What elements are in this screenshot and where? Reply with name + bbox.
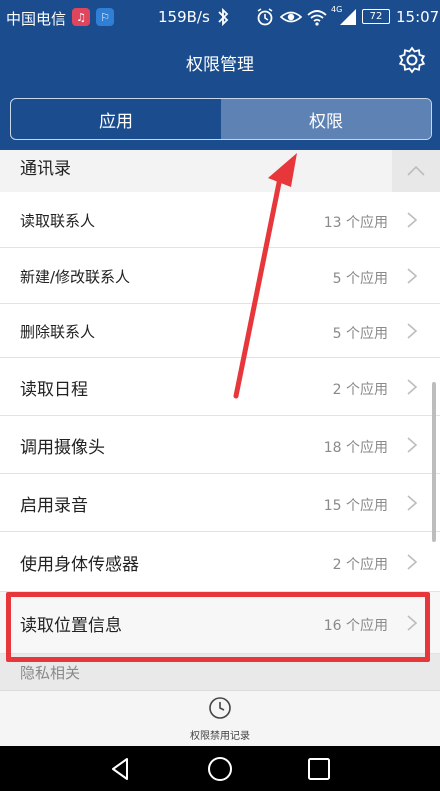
- navigation-bar: [0, 746, 440, 791]
- scrollbar[interactable]: [432, 382, 436, 542]
- section-label: 通讯录: [20, 159, 71, 179]
- app-count: 2 个应用: [332, 557, 388, 573]
- disable-history-label: 权限禁用记录: [190, 731, 250, 742]
- header: 权限管理: [0, 34, 440, 88]
- permission-row-body-sensors[interactable]: 使用身体传感器 2 个应用: [0, 532, 440, 592]
- section-header-contacts[interactable]: 通讯录: [0, 150, 440, 192]
- permission-label: 读取联系人: [20, 212, 96, 230]
- app-count: 18 个应用: [323, 440, 388, 456]
- segmented-tabs: 应用 权限: [10, 98, 432, 140]
- app-count: 5 个应用: [332, 271, 388, 287]
- chevron-right-icon: [407, 495, 418, 511]
- eye-icon: [280, 11, 302, 23]
- clock: 15:07: [396, 8, 440, 26]
- permission-label: 使用身体传感器: [20, 555, 139, 575]
- section-label: 隐私相关: [20, 664, 81, 682]
- disable-history-button[interactable]: 权限禁用记录: [0, 690, 440, 746]
- network-speed: 159B/s: [158, 8, 210, 26]
- chevron-right-icon: [407, 323, 418, 339]
- chevron-right-icon: [407, 268, 418, 284]
- permission-label: 启用录音: [20, 496, 88, 516]
- permission-label: 读取日程: [20, 380, 88, 400]
- app-count: 2 个应用: [332, 382, 388, 398]
- chevron-right-icon: [407, 437, 418, 453]
- highlight-box: [6, 592, 430, 662]
- permission-row-delete-contacts[interactable]: 删除联系人 5 个应用: [0, 304, 440, 358]
- permission-row-edit-contacts[interactable]: 新建/修改联系人 5 个应用: [0, 248, 440, 304]
- page-title: 权限管理: [186, 55, 254, 75]
- tab-apps[interactable]: 应用: [11, 99, 221, 139]
- clock-icon: [209, 697, 231, 719]
- permission-label: 删除联系人: [20, 323, 96, 341]
- bluetooth-icon: [218, 7, 229, 27]
- chevron-right-icon: [407, 212, 418, 228]
- chevron-right-icon: [407, 379, 418, 395]
- app-count: 13 个应用: [323, 215, 388, 231]
- recent-apps-icon[interactable]: [304, 754, 334, 784]
- chevron-up-icon[interactable]: [392, 150, 440, 192]
- home-icon[interactable]: [205, 754, 235, 784]
- tab-permissions[interactable]: 权限: [221, 99, 431, 139]
- music-app-icon: ♫: [72, 8, 90, 26]
- carrier-name: 中国电信: [6, 10, 67, 28]
- chevron-right-icon: [407, 554, 418, 570]
- battery-level: 72: [369, 11, 383, 22]
- gear-icon[interactable]: [398, 46, 426, 74]
- battery-indicator: 72: [362, 9, 390, 24]
- wifi-icon: [307, 10, 327, 26]
- permission-row-read-calendar[interactable]: 读取日程 2 个应用: [0, 358, 440, 416]
- tab-bar-container: 应用 权限: [0, 88, 440, 150]
- back-icon[interactable]: [106, 754, 136, 784]
- permission-label: 新建/修改联系人: [20, 268, 131, 286]
- permission-row-camera[interactable]: 调用摄像头 18 个应用: [0, 416, 440, 474]
- permission-row-read-contacts[interactable]: 读取联系人 13 个应用: [0, 192, 440, 248]
- alarm-icon: [257, 8, 273, 26]
- app-count: 15 个应用: [323, 498, 388, 514]
- app-count: 5 个应用: [332, 326, 388, 342]
- permission-row-microphone[interactable]: 启用录音 15 个应用: [0, 474, 440, 532]
- signal-icon: [340, 9, 356, 25]
- permission-label: 调用摄像头: [20, 438, 105, 458]
- running-app-icon: ⚐: [96, 8, 114, 26]
- status-bar: 中国电信 ♫ ⚐ 159B/s 4G 72 15:07: [0, 0, 440, 34]
